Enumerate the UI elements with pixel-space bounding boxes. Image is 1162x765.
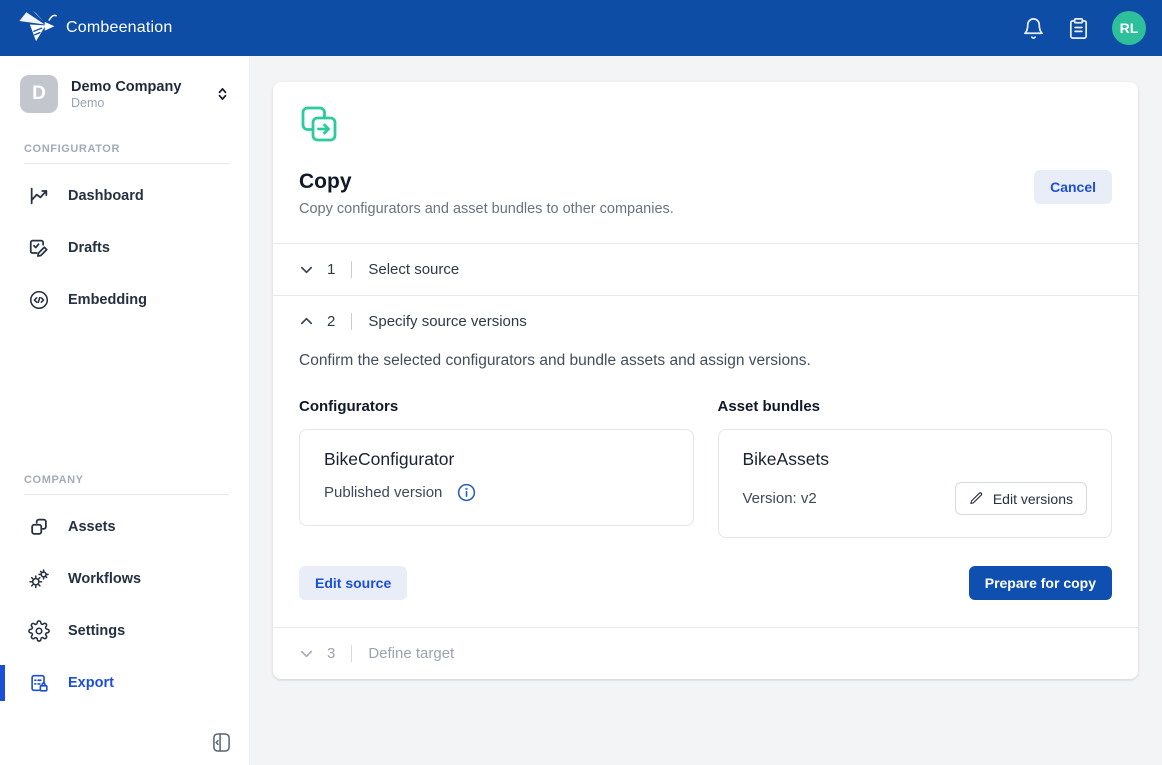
asset-bundles-column: Asset bundles BikeAssets Version: v2: [718, 398, 1113, 538]
sidebar-item-label: Assets: [68, 519, 116, 535]
step1-header[interactable]: 1 Select source: [273, 244, 1138, 295]
pencil-icon: [969, 491, 984, 506]
copy-arrow-icon: [299, 104, 339, 144]
brand[interactable]: Combeenation: [14, 8, 172, 48]
step2-header[interactable]: 2 Specify source versions: [273, 296, 1138, 347]
source-columns: Configurators BikeConfigurator Published…: [299, 398, 1112, 538]
card-title-row: Copy Copy configurators and asset bundle…: [299, 170, 1112, 217]
chart-line-icon: [28, 185, 50, 207]
card-header: Copy Copy configurators and asset bundle…: [273, 82, 1138, 243]
page-subtitle: Copy configurators and asset bundles to …: [299, 201, 674, 217]
chevron-up-icon: [299, 314, 314, 329]
asset-bundle-name: BikeAssets: [743, 449, 1088, 470]
draft-pencil-icon: [28, 237, 50, 259]
section-divider: [24, 163, 229, 164]
prepare-for-copy-button[interactable]: Prepare for copy: [969, 566, 1112, 600]
page-title: Copy: [299, 170, 674, 194]
chevron-down-icon: [299, 646, 314, 661]
sidebar-item-drafts[interactable]: Drafts: [0, 222, 249, 274]
sidebar-item-label: Drafts: [68, 240, 110, 256]
collapse-sidebar-icon[interactable]: [206, 726, 237, 759]
step-label: Define target: [368, 645, 454, 662]
edit-source-button[interactable]: Edit source: [299, 566, 407, 600]
brand-name: Combeenation: [66, 19, 172, 37]
configurator-version-row: Published version: [324, 482, 669, 503]
sidebar: D Demo Company Demo CONFIGURATOR: [0, 56, 250, 765]
section-label-configurator: CONFIGURATOR: [24, 143, 229, 155]
export-icon: [28, 672, 50, 694]
card-title-block: Copy Copy configurators and asset bundle…: [299, 170, 674, 217]
step-number: 3: [327, 645, 335, 662]
step-number: 2: [327, 313, 335, 330]
topbar-actions: RL: [1022, 11, 1146, 45]
step2-body: Confirm the selected configurators and b…: [273, 347, 1138, 627]
nav-section-company: COMPANY Assets: [0, 474, 249, 709]
user-avatar[interactable]: RL: [1112, 11, 1146, 45]
code-circle-icon: [28, 289, 50, 311]
sidebar-item-embedding[interactable]: Embedding: [0, 274, 249, 326]
sidebar-item-assets[interactable]: Assets: [0, 501, 249, 553]
configurator-version-label: Published version: [324, 484, 442, 501]
step3-header[interactable]: 3 Define target: [273, 628, 1138, 679]
company-selector[interactable]: D Demo Company Demo: [0, 75, 249, 113]
sidebar-item-label: Settings: [68, 623, 125, 639]
company-name: Demo Company: [71, 79, 201, 95]
app-root: Combeenation RL: [0, 0, 1162, 765]
notifications-bell-icon[interactable]: [1022, 17, 1045, 40]
sidebar-item-label: Workflows: [68, 571, 141, 587]
edit-versions-button[interactable]: Edit versions: [955, 482, 1087, 515]
step-separator: [351, 313, 352, 330]
copy-card: Copy Copy configurators and asset bundle…: [273, 82, 1138, 679]
sidebar-item-export[interactable]: Export: [0, 657, 249, 709]
step-number: 1: [327, 261, 335, 278]
section-divider: [24, 494, 229, 495]
configurator-name: BikeConfigurator: [324, 449, 669, 470]
step-label: Select source: [368, 261, 459, 278]
sidebar-item-workflows[interactable]: Workflows: [0, 553, 249, 605]
company-subtitle: Demo: [71, 96, 201, 110]
sidebar-item-settings[interactable]: Settings: [0, 605, 249, 657]
gear-icon: [28, 620, 50, 642]
step2-description: Confirm the selected configurators and b…: [299, 352, 1112, 370]
cancel-button[interactable]: Cancel: [1034, 170, 1112, 204]
asset-bundle-version-row: Version: v2 E: [743, 482, 1088, 515]
chevron-down-icon: [299, 262, 314, 277]
edit-versions-label: Edit versions: [993, 492, 1073, 506]
step2-actions: Edit source Prepare for copy: [299, 566, 1112, 600]
sidebar-item-label: Export: [68, 675, 114, 691]
clipboard-icon[interactable]: [1067, 17, 1090, 40]
sidebar-item-dashboard[interactable]: Dashboard: [0, 170, 249, 222]
sidebar-item-label: Dashboard: [68, 188, 144, 204]
body-row: D Demo Company Demo CONFIGURATOR: [0, 56, 1162, 765]
company-meta: Demo Company Demo: [71, 79, 201, 110]
step-label: Specify source versions: [368, 313, 526, 330]
stacked-squares-icon: [28, 516, 50, 538]
nav-section-configurator: CONFIGURATOR Dashboard: [0, 143, 249, 326]
sidebar-item-label: Embedding: [68, 292, 147, 308]
asset-bundles-header: Asset bundles: [718, 398, 1113, 415]
asset-bundle-item-card: BikeAssets Version: v2: [718, 429, 1113, 538]
topbar: Combeenation RL: [0, 0, 1162, 56]
chevron-up-down-icon: [214, 84, 231, 104]
step-separator: [351, 261, 352, 278]
company-avatar: D: [20, 75, 58, 113]
gears-icon: [28, 568, 50, 590]
main-content: Copy Copy configurators and asset bundle…: [250, 56, 1162, 765]
info-icon[interactable]: [456, 482, 477, 503]
combeenation-bee-logo-icon: [14, 8, 58, 48]
asset-bundle-version-label: Version: v2: [743, 490, 817, 507]
step-separator: [351, 645, 352, 662]
configurators-column: Configurators BikeConfigurator Published…: [299, 398, 694, 538]
section-label-company: COMPANY: [24, 474, 229, 486]
configurator-item-card: BikeConfigurator Published version: [299, 429, 694, 526]
step-define-target: 3 Define target: [273, 627, 1138, 679]
configurators-header: Configurators: [299, 398, 694, 415]
step-select-source: 1 Select source: [273, 243, 1138, 295]
step-specify-source-versions: 2 Specify source versions Confirm the sel…: [273, 295, 1138, 627]
